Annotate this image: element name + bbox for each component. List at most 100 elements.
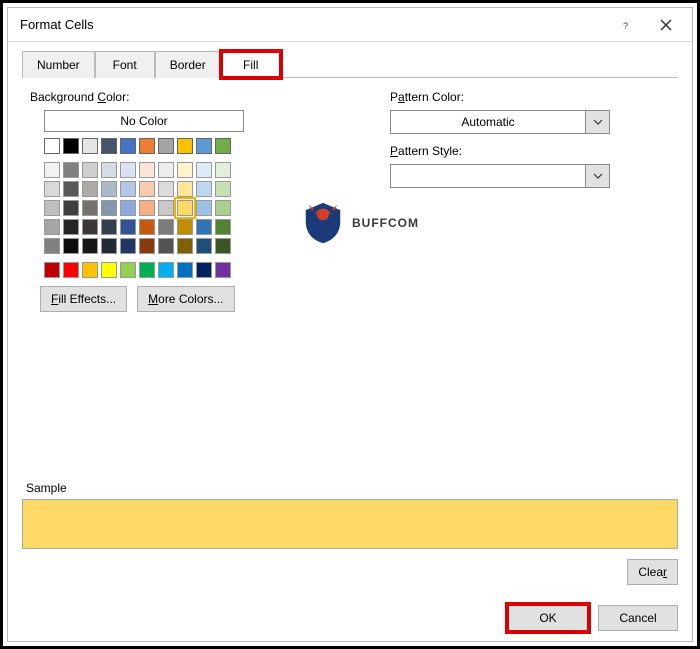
color-swatch[interactable] [196,200,212,216]
color-swatch[interactable] [63,162,79,178]
color-swatch[interactable] [158,262,174,278]
color-swatch[interactable] [101,138,117,154]
color-swatch[interactable] [139,238,155,254]
color-swatch[interactable] [44,262,60,278]
format-cells-dialog: Format Cells ? Number Font Border Fill B… [7,7,693,642]
cancel-button[interactable]: Cancel [598,605,678,631]
chevron-down-icon[interactable] [586,110,610,134]
color-swatch[interactable] [215,138,231,154]
color-swatch[interactable] [177,181,193,197]
color-swatch[interactable] [196,262,212,278]
color-swatch[interactable] [44,238,60,254]
color-swatch[interactable] [196,238,212,254]
color-swatch[interactable] [82,219,98,235]
color-swatch[interactable] [196,219,212,235]
color-swatch[interactable] [101,262,117,278]
titlebar: Format Cells ? [8,8,692,42]
color-swatch[interactable] [158,238,174,254]
color-swatch[interactable] [196,181,212,197]
dialog-footer: OK Cancel [8,595,692,641]
color-swatch[interactable] [215,219,231,235]
tab-border[interactable]: Border [155,51,221,78]
color-swatch[interactable] [101,238,117,254]
color-swatch[interactable] [177,162,193,178]
pattern-style-label: Pattern Style: [390,144,678,158]
color-swatch[interactable] [44,181,60,197]
color-swatch[interactable] [215,162,231,178]
pattern-color-value: Automatic [461,115,514,129]
chevron-down-icon[interactable] [586,164,610,188]
more-colors-button[interactable]: More Colors... [137,286,234,312]
sample-preview [22,499,678,549]
pattern-color-select[interactable]: Automatic [390,110,610,134]
clear-button[interactable]: Clear [627,559,678,585]
color-swatch[interactable] [139,200,155,216]
pattern-style-select[interactable] [390,164,610,188]
color-swatch[interactable] [82,138,98,154]
color-swatch[interactable] [101,200,117,216]
color-swatch[interactable] [177,262,193,278]
color-swatch[interactable] [158,200,174,216]
color-swatch[interactable] [139,219,155,235]
color-swatch[interactable] [120,219,136,235]
color-swatch[interactable] [101,162,117,178]
help-button[interactable]: ? [606,11,646,39]
color-swatch[interactable] [215,262,231,278]
bg-color-label: Background Color: [30,90,352,104]
color-swatch[interactable] [120,138,136,154]
color-swatch[interactable] [177,200,193,216]
pattern-color-label: Pattern Color: [390,90,678,104]
color-swatch[interactable] [101,219,117,235]
color-swatch[interactable] [63,200,79,216]
color-swatch[interactable] [44,219,60,235]
color-swatch[interactable] [158,219,174,235]
color-swatch[interactable] [158,181,174,197]
color-swatch[interactable] [120,262,136,278]
color-swatch[interactable] [101,181,117,197]
color-swatch[interactable] [44,162,60,178]
color-swatch[interactable] [63,181,79,197]
color-swatch[interactable] [158,162,174,178]
color-swatch[interactable] [120,181,136,197]
close-button[interactable] [646,11,686,39]
watermark-logo: BUFFCOM [300,200,419,246]
tab-fill[interactable]: Fill [221,51,281,78]
color-swatch[interactable] [196,162,212,178]
dialog-title: Format Cells [20,17,606,32]
color-swatch[interactable] [215,181,231,197]
tab-number[interactable]: Number [22,51,95,78]
shield-icon [300,200,346,246]
color-swatch[interactable] [82,162,98,178]
sample-label: Sample [26,481,678,495]
color-swatch[interactable] [120,162,136,178]
tab-font[interactable]: Font [95,51,155,78]
color-swatch[interactable] [139,162,155,178]
color-swatch[interactable] [82,238,98,254]
color-swatch[interactable] [215,238,231,254]
color-swatch[interactable] [139,262,155,278]
tab-strip: Number Font Border Fill [22,50,678,78]
color-swatch[interactable] [63,138,79,154]
color-swatch[interactable] [139,181,155,197]
color-swatch[interactable] [63,219,79,235]
color-swatch[interactable] [63,238,79,254]
color-swatch[interactable] [44,200,60,216]
color-swatch[interactable] [177,219,193,235]
color-swatch[interactable] [158,138,174,154]
color-swatch[interactable] [63,262,79,278]
color-swatch[interactable] [215,200,231,216]
theme-colors [44,138,352,154]
color-swatch[interactable] [44,138,60,154]
color-swatch[interactable] [82,200,98,216]
ok-button[interactable]: OK [508,605,588,631]
no-color-button[interactable]: No Color [44,110,244,132]
color-swatch[interactable] [196,138,212,154]
color-swatch[interactable] [139,138,155,154]
color-swatch[interactable] [177,138,193,154]
color-swatch[interactable] [82,262,98,278]
color-swatch[interactable] [120,238,136,254]
color-swatch[interactable] [177,238,193,254]
color-swatch[interactable] [120,200,136,216]
fill-effects-button[interactable]: Fill Effects... [40,286,127,312]
color-swatch[interactable] [82,181,98,197]
